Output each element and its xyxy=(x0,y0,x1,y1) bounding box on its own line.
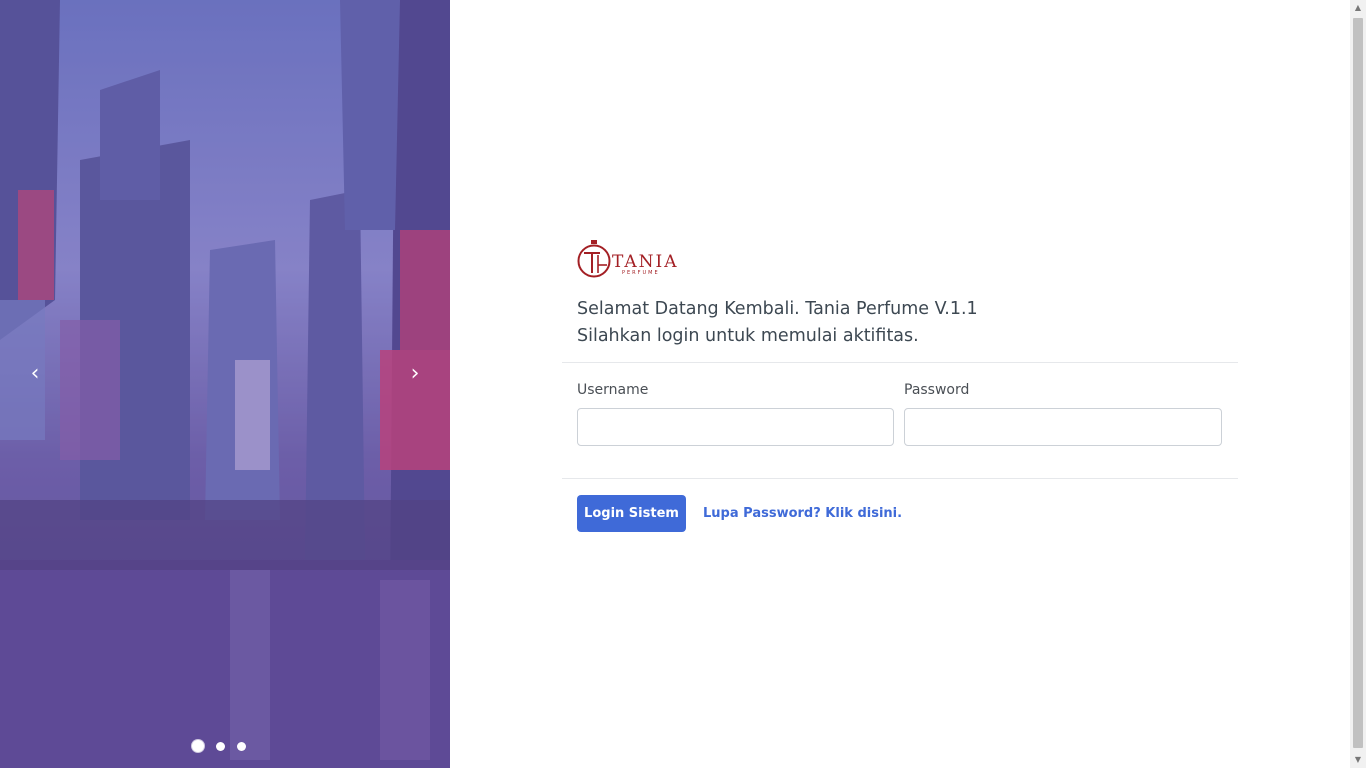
welcome-message: Selamat Datang Kembali. Tania Perfume V.… xyxy=(577,296,978,350)
hero-carousel: ‹ › xyxy=(0,0,450,768)
forgot-password-link[interactable]: Lupa Password? Klik disini. xyxy=(703,506,902,521)
scroll-up-arrow-icon[interactable]: ▲ xyxy=(1350,0,1366,16)
page-scrollbar[interactable]: ▲ ▼ xyxy=(1350,0,1366,768)
brand-tagline: PERFUME xyxy=(622,270,660,276)
carousel-indicator-3[interactable] xyxy=(237,741,246,751)
password-label: Password xyxy=(904,382,970,398)
chevron-right-icon: › xyxy=(410,361,420,386)
login-button[interactable]: Login Sistem xyxy=(577,495,686,532)
divider-bottom xyxy=(562,478,1238,479)
city-background-image xyxy=(0,0,450,768)
divider-top xyxy=(562,362,1238,363)
username-input[interactable] xyxy=(577,408,894,446)
carousel-indicators xyxy=(192,740,246,752)
chevron-left-icon: ‹ xyxy=(30,361,40,386)
scrollbar-thumb[interactable] xyxy=(1353,18,1363,748)
welcome-line-1: Selamat Datang Kembali. Tania Perfume V.… xyxy=(577,299,978,319)
carousel-indicator-2[interactable] xyxy=(216,741,225,751)
carousel-indicator-1[interactable] xyxy=(192,740,204,752)
carousel-next-button[interactable]: › xyxy=(403,362,427,386)
scroll-down-arrow-icon[interactable]: ▼ xyxy=(1350,752,1366,768)
tania-perfume-logo: TANIA PERFUME xyxy=(577,240,679,278)
brand-name: TANIA xyxy=(612,252,679,272)
carousel-prev-button[interactable]: ‹ xyxy=(23,362,47,386)
username-label: Username xyxy=(577,382,649,398)
password-input[interactable] xyxy=(904,408,1222,446)
welcome-line-2: Silahkan login untuk memulai aktifitas. xyxy=(577,326,919,346)
